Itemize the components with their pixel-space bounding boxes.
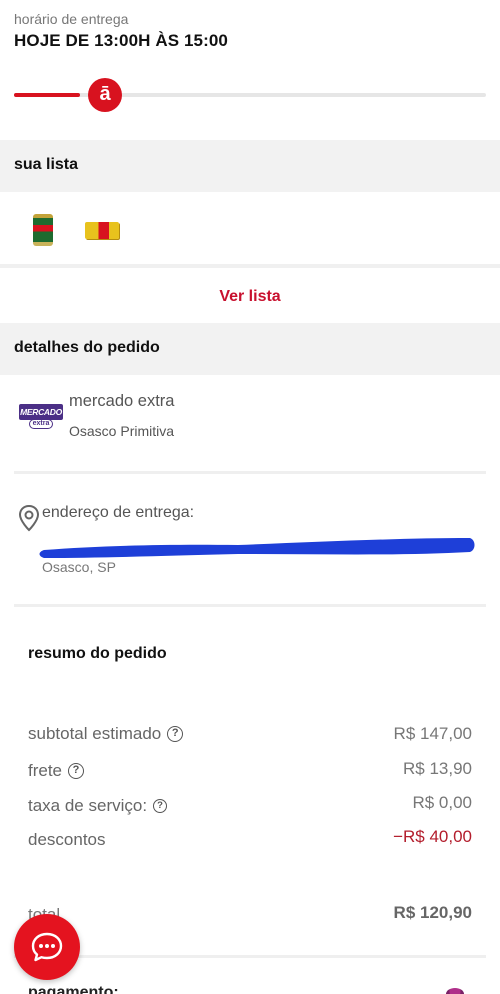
beer-can-icon[interactable] <box>33 214 53 246</box>
location-pin-icon <box>18 504 40 532</box>
shipping-label: frete? <box>28 761 85 781</box>
chat-button[interactable] <box>14 914 80 980</box>
store-city: Osasco Primitiva <box>69 423 175 439</box>
divider <box>14 955 486 958</box>
divider <box>14 471 486 474</box>
store-logo: MERCADO extra <box>19 404 63 430</box>
delivery-progress-knob: ā <box>88 78 123 112</box>
delivery-time: HOJE DE 13:00H ÀS 15:00 <box>14 31 228 50</box>
help-icon[interactable]: ? <box>68 763 85 779</box>
service-fee-value: R$ 0,00 <box>412 793 472 812</box>
discounts-label: descontos <box>28 830 106 849</box>
payment-method-icon[interactable] <box>446 988 464 994</box>
view-list-button[interactable]: Ver lista <box>0 272 500 322</box>
order-details-title: detalhes do pedido <box>14 339 160 356</box>
shipping-value: R$ 13,90 <box>403 759 472 778</box>
view-list-label: Ver lista <box>219 288 281 305</box>
store-logo-sub: extra <box>29 419 53 429</box>
list-section-header: sua lista <box>0 140 500 192</box>
store-name: mercado extra <box>69 392 175 410</box>
discounts-value: −R$ 40,00 <box>393 827 472 846</box>
service-fee-label: taxa de serviço:? <box>28 796 168 816</box>
store-logo-mark: MERCADO <box>19 404 63 420</box>
total-value: R$ 120,90 <box>393 903 472 922</box>
help-icon[interactable]: ? <box>167 726 184 742</box>
subtotal-label: subtotal estimado? <box>28 724 184 744</box>
delivery-address: endereço de entrega: Osasco, SP <box>0 490 500 600</box>
payment-label: pagamento: <box>28 984 119 994</box>
summary-title: resumo do pedido <box>28 645 167 662</box>
delivery-label: horário de entrega <box>14 11 129 27</box>
snack-pack-icon[interactable] <box>85 222 119 239</box>
help-icon[interactable]: ? <box>153 799 168 813</box>
store-info: MERCADO extra mercado extra Osasco Primi… <box>0 375 500 475</box>
address-label: endereço de entrega: <box>42 504 195 521</box>
list-section-title: sua lista <box>14 156 79 173</box>
chat-bubble-icon <box>31 932 63 962</box>
order-details-header: detalhes do pedido <box>0 323 500 375</box>
address-redaction <box>39 538 475 558</box>
list-products[interactable] <box>0 192 500 268</box>
divider <box>14 604 486 607</box>
subtotal-value: R$ 147,00 <box>393 724 472 743</box>
delivery-progress-track <box>14 93 486 97</box>
address-city: Osasco, SP <box>42 559 116 575</box>
delivery-window: horário de entrega HOJE DE 13:00H ÀS 15:… <box>0 0 500 140</box>
delivery-progress-fill <box>14 93 81 97</box>
